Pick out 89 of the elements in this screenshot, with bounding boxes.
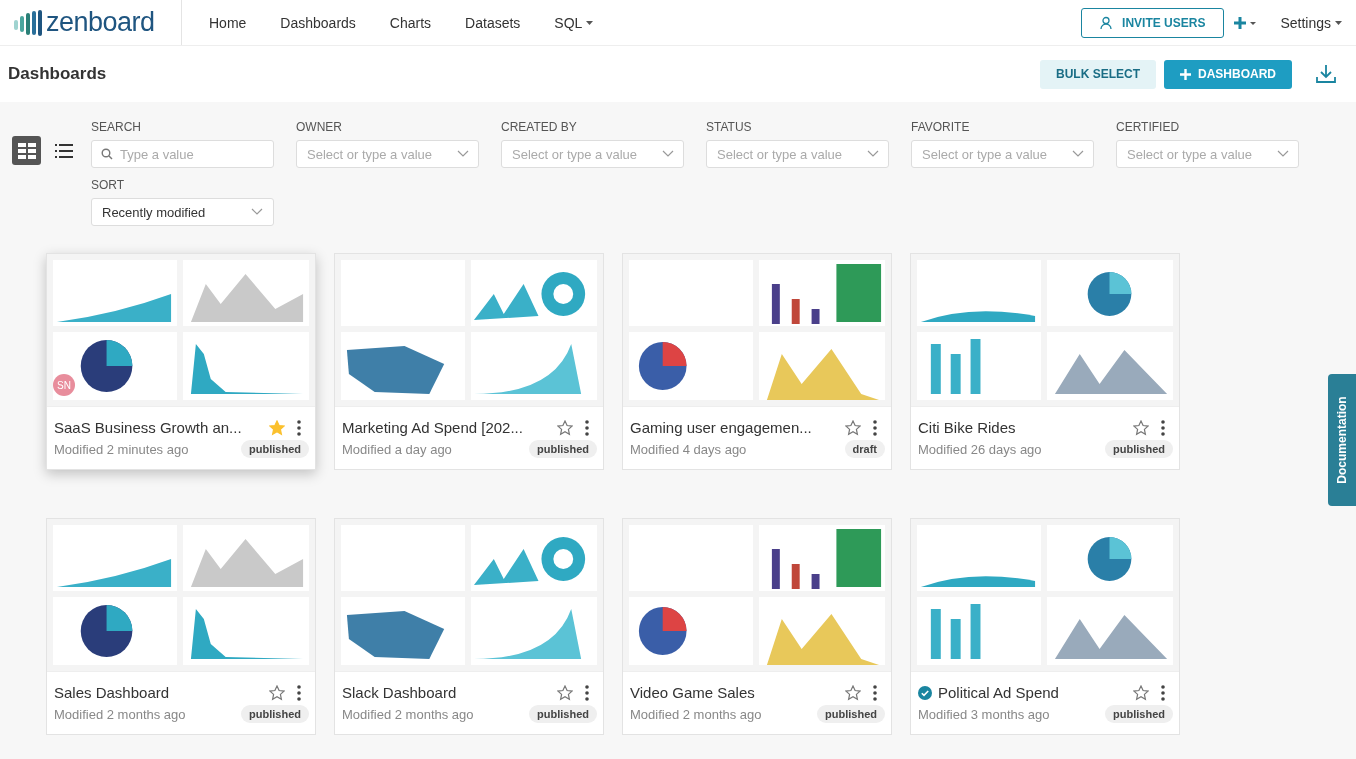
more-icon[interactable] [297, 419, 301, 436]
settings-menu[interactable]: Settings [1268, 14, 1356, 31]
filter-label: OWNER [296, 120, 343, 134]
chevron-down-icon [867, 150, 879, 158]
page-title: Dashboards [8, 64, 107, 84]
more-icon[interactable] [873, 419, 877, 436]
status-tag: published [241, 705, 309, 723]
dashboard-card[interactable]: Political Ad Spend Modified 3 months ago published [910, 518, 1180, 735]
chevron-down-icon [251, 208, 263, 216]
status-tag: published [817, 705, 885, 723]
select-field[interactable]: Select or type a value [501, 140, 684, 168]
user-icon [1100, 15, 1115, 30]
filter-label: SEARCH [91, 120, 142, 134]
plus-icon [1180, 68, 1191, 80]
modified-time: Modified 2 months ago [630, 706, 763, 722]
status-tag: published [1105, 705, 1173, 723]
bulk-select-button[interactable]: BULK SELECT [1040, 59, 1156, 89]
modified-time: Modified 2 minutes ago [54, 441, 190, 457]
card-title[interactable]: SaaS Business Growth an... [54, 419, 263, 436]
card-title[interactable]: Marketing Ad Spend [202... [342, 419, 551, 436]
card-title[interactable]: Video Game Sales [630, 684, 839, 701]
filter-label: CERTIFIED [1116, 120, 1181, 134]
download-icon[interactable] [1316, 64, 1336, 84]
filter-label: SORT [91, 178, 126, 192]
dashboard-card[interactable]: Marketing Ad Spend [202... Modified a day ago published [334, 253, 604, 470]
filter-label: STATUS [706, 120, 753, 134]
filter-label: FAVORITE [911, 120, 971, 134]
more-icon[interactable] [873, 684, 877, 701]
invite-users-button[interactable]: INVITE USERS [1081, 7, 1225, 38]
star-icon[interactable] [1133, 419, 1149, 436]
grid-view-button[interactable] [12, 136, 41, 165]
nav-link[interactable]: Datasets [448, 14, 538, 31]
card-title[interactable]: Sales Dashboard [54, 684, 263, 701]
chevron-down-icon [457, 150, 469, 158]
search-field[interactable]: Type a value [91, 140, 274, 168]
modified-time: Modified 2 months ago [342, 706, 475, 722]
modified-time: Modified a day ago [342, 441, 453, 457]
chevron-down-icon [662, 150, 674, 158]
status-tag: draft [844, 440, 885, 458]
status-tag: published [529, 440, 597, 458]
status-tag: published [529, 705, 597, 723]
card-title[interactable]: Citi Bike Rides [918, 419, 1127, 436]
more-icon[interactable] [1161, 419, 1165, 436]
chevron-down-icon [1072, 150, 1084, 158]
more-icon[interactable] [585, 684, 589, 701]
star-icon[interactable] [845, 419, 861, 436]
dashboard-card[interactable]: Slack Dashboard Modified 2 months ago published [334, 518, 604, 735]
card-title[interactable]: Political Ad Spend [938, 684, 1127, 701]
card-title[interactable]: Gaming user engagemen... [630, 419, 839, 436]
dashboard-card[interactable]: SN SaaS Business Growth an... Modified 2 minutes ago published [46, 253, 316, 470]
brand-name[interactable]: zenboard [46, 7, 155, 38]
modified-time: Modified 4 days ago [630, 441, 748, 457]
star-icon[interactable] [1133, 684, 1149, 701]
card-title[interactable]: Slack Dashboard [342, 684, 551, 701]
more-icon[interactable] [1161, 684, 1165, 701]
select-field[interactable]: Select or type a value [706, 140, 889, 168]
grid-icon [17, 142, 36, 159]
list-icon [54, 143, 73, 158]
star-icon[interactable] [557, 419, 573, 436]
select-field[interactable]: Select or type a value [911, 140, 1094, 168]
dashboard-card[interactable]: Video Game Sales Modified 2 months ago published [622, 518, 892, 735]
logo-icon [14, 9, 44, 36]
nav-link[interactable]: SQL [537, 14, 611, 31]
nav-link[interactable]: Charts [372, 14, 449, 31]
modified-time: Modified 3 months ago [918, 706, 1051, 722]
search-icon [101, 148, 113, 160]
caret-icon [586, 20, 594, 25]
star-icon[interactable] [269, 419, 285, 436]
select-field[interactable]: Select or type a value [1116, 140, 1299, 168]
more-icon[interactable] [297, 684, 301, 701]
modified-time: Modified 2 months ago [54, 706, 187, 722]
filter-label: CREATED BY [501, 120, 578, 134]
status-tag: published [1105, 440, 1173, 458]
modified-time: Modified 26 days ago [918, 441, 1043, 457]
documentation-tab[interactable]: Documentation [1328, 374, 1356, 506]
status-tag: published [241, 440, 309, 458]
nav-link[interactable]: Home [192, 14, 264, 31]
dashboard-card[interactable]: Gaming user engagemen... Modified 4 days ago draft [622, 253, 892, 470]
nav-link[interactable]: Dashboards [263, 14, 373, 31]
caret-icon [1335, 20, 1342, 25]
star-icon[interactable] [845, 684, 861, 701]
chevron-down-icon [1277, 150, 1289, 158]
star-icon[interactable] [557, 684, 573, 701]
select-field[interactable]: Select or type a value [296, 140, 479, 168]
sort-select[interactable]: Recently modified [91, 198, 274, 226]
star-icon[interactable] [269, 684, 285, 701]
dashboard-card[interactable]: Sales Dashboard Modified 2 months ago published [46, 518, 316, 735]
dashboard-card[interactable]: Citi Bike Rides Modified 26 days ago published [910, 253, 1180, 470]
more-icon[interactable] [585, 419, 589, 436]
